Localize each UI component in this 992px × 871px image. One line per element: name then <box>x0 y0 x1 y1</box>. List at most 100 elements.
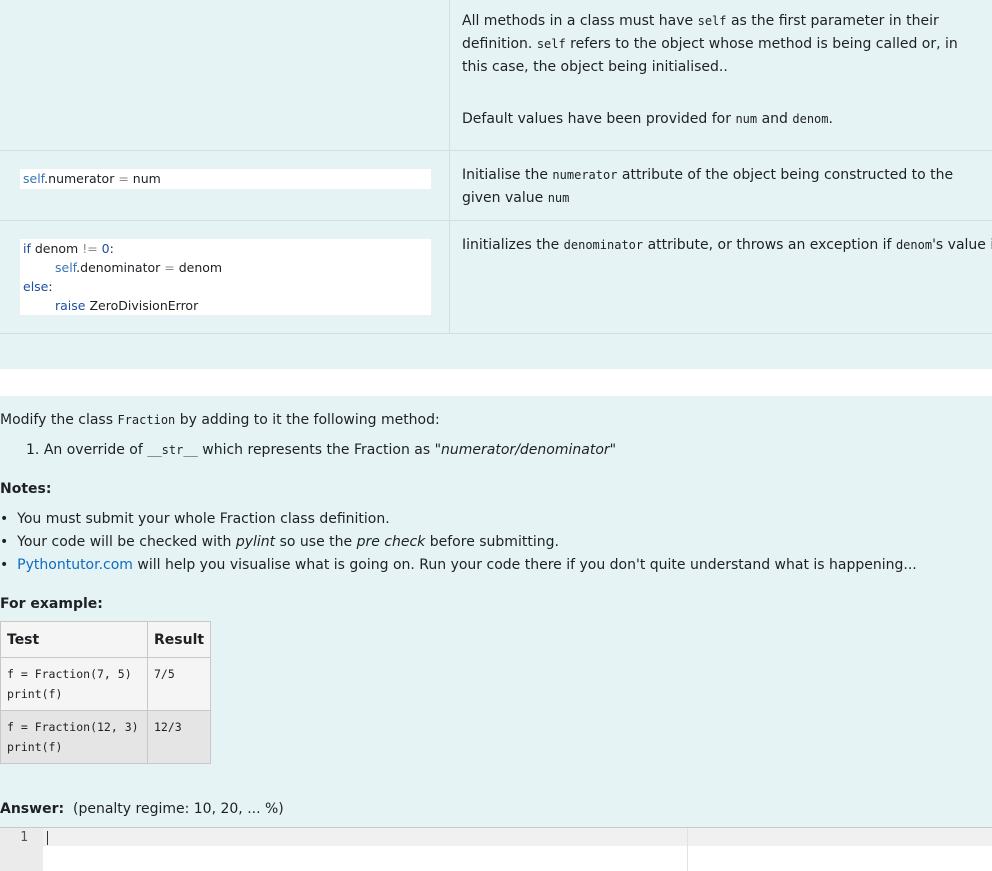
text: Your code will be checked with <box>17 534 236 550</box>
inline-code: denom <box>895 238 933 252</box>
text: before submitting. <box>425 534 559 550</box>
code-block: self.numerator = num <box>20 169 431 189</box>
editor-active-line[interactable] <box>43 828 992 846</box>
inline-code: denom <box>792 112 829 126</box>
code-token: num <box>132 171 161 186</box>
code-token: : <box>48 279 53 294</box>
text: . <box>828 111 833 127</box>
table-row: f = Fraction(12, 3) print(f) 12/3 <box>0 710 212 764</box>
code-cell: self.numerator = num <box>0 151 450 221</box>
inline-code: numerator <box>552 168 618 182</box>
explanation-paragraph: All methods in a class must have self as… <box>462 10 982 79</box>
editor-gutter: 1 <box>0 828 43 871</box>
code-token: self <box>55 260 77 275</box>
explanation-paragraph: Default values have been provided for nu… <box>462 108 982 131</box>
column-header: Result <box>146 621 212 658</box>
code-token: if <box>23 241 31 256</box>
text: Initialise the <box>462 167 553 183</box>
explanation-row-empty <box>0 333 992 370</box>
text: which represents the Fraction as " <box>197 442 442 458</box>
inline-code: num <box>547 191 570 205</box>
column-header: Test <box>0 621 148 658</box>
text: and <box>757 111 793 127</box>
inline-code: self <box>536 37 566 51</box>
explanation-cell: All methods in a class must have self as… <box>450 0 992 150</box>
code-cell: if denom != 0: self.denominator = denom el… <box>0 221 450 334</box>
list-number: 1. <box>26 442 40 458</box>
question-text: Modify the class Fraction by adding to i… <box>0 396 992 871</box>
table-header-row: Test Result <box>0 621 212 658</box>
code-line: if denom != 0: <box>23 239 431 258</box>
explanation-paragraph: Initialise the numerator attribute of th… <box>462 164 982 210</box>
text: Default values have been provided for <box>462 111 736 127</box>
code-token: .numerator <box>44 171 115 186</box>
explanation-row: self.numerator = num Initialise the nume… <box>0 150 992 221</box>
list-item: 1. An override of __str__ which represen… <box>26 442 616 458</box>
code-token: = <box>160 260 179 275</box>
note-item: • You must submit your whole Fraction cl… <box>0 511 390 527</box>
table-row: f = Fraction(7, 5) print(f) 7/5 <box>0 657 212 711</box>
editor-print-margin <box>687 828 688 871</box>
text: 's value is 0. <box>932 237 992 253</box>
inline-code: denominator <box>563 238 644 252</box>
inline-code: self <box>697 14 727 28</box>
text: You must submit your whole Fraction clas… <box>17 511 390 527</box>
text: " <box>609 442 617 458</box>
explanation-cell: Iinitializes the denominator attribute, … <box>450 221 992 334</box>
text: All methods in a class must have <box>462 13 698 29</box>
text: An override of <box>43 442 148 458</box>
code-token: != <box>82 241 98 256</box>
explanation-table: All methods in a class must have self as… <box>0 0 992 369</box>
code-line: raise ZeroDivisionError <box>23 296 431 315</box>
text-cursor <box>47 831 48 845</box>
note-item: • Pythontutor.com will help you visualis… <box>0 557 917 573</box>
penalty-text: (penalty regime: 10, 20, ... %) <box>72 801 284 817</box>
test-cell: f = Fraction(7, 5) print(f) <box>0 657 148 711</box>
code-token: denom <box>178 260 223 275</box>
text: Modify the class <box>0 412 118 428</box>
answer-editor[interactable]: 1 <box>0 827 992 871</box>
text: will help you visualise what is going on… <box>132 557 917 573</box>
code-line: else: <box>23 277 431 296</box>
code-token: : <box>109 241 114 256</box>
notes-title: Notes: <box>0 481 52 497</box>
explanation-row: All methods in a class must have self as… <box>0 0 992 150</box>
explanation-row: if denom != 0: self.denominator = denom el… <box>0 220 992 334</box>
result-cell: 7/5 <box>146 657 212 711</box>
example-table: Test Result f = Fraction(7, 5) print(f) … <box>0 621 212 764</box>
bullet-icon: • <box>0 534 9 550</box>
inline-code: num <box>735 112 758 126</box>
text: by adding to it the following method: <box>175 412 440 428</box>
code-token: ZeroDivisionError <box>85 298 199 313</box>
text: Iinitializes the <box>462 237 564 253</box>
for-example-title: For example: <box>0 596 103 612</box>
code-token: = <box>114 171 133 186</box>
explanation-paragraph: Iinitializes the denominator attribute, … <box>462 234 992 257</box>
code-token: self <box>23 171 45 186</box>
answer-label: Answer: <box>0 801 65 817</box>
code-token: denom <box>30 241 83 256</box>
text: so use the <box>275 534 357 550</box>
code-token: else <box>23 279 49 294</box>
section-divider <box>0 369 992 396</box>
code-cell <box>0 334 449 370</box>
code-token: raise <box>55 298 86 313</box>
inline-code: Fraction <box>117 413 176 427</box>
emphasis: numerator/denominator <box>441 442 610 458</box>
emphasis: pylint <box>235 534 276 550</box>
pythontutor-link[interactable]: Pythontutor.com <box>17 557 133 573</box>
text: attribute, or throws an exception if <box>643 237 896 253</box>
bullet-icon: • <box>0 511 9 527</box>
bullet-icon: • <box>0 557 9 573</box>
test-cell: f = Fraction(12, 3) print(f) <box>0 710 148 764</box>
code-token: 0 <box>97 241 110 256</box>
code-line: self.denominator = denom <box>23 258 431 277</box>
result-cell: 12/3 <box>146 710 212 764</box>
emphasis: pre check <box>356 534 426 550</box>
line-number: 1 <box>20 830 28 845</box>
note-item: • Your code will be checked with pylint … <box>0 534 559 550</box>
question-intro: Modify the class Fraction by adding to i… <box>0 412 440 428</box>
code-token: .denominator <box>76 260 161 275</box>
explanation-cell: Initialise the numerator attribute of th… <box>450 151 992 221</box>
inline-code: __str__ <box>147 443 198 457</box>
